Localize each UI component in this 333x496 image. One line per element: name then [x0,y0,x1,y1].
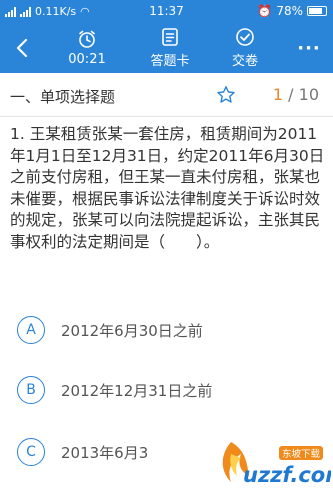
uzzf-watermark-logo: 东坡下载 uzzf.com [222,442,331,487]
timer-button[interactable]: 00:21 [60,23,114,73]
top-toolbar: 00:21 答题卡 交卷 ··· [0,23,333,73]
option-b-text: 2012年12月31日之前 [61,381,213,400]
total-questions: / 10 [288,85,319,104]
battery-icon [307,6,327,16]
status-bar: 0.11K/s ◠ 11:37 ⏰ 78% [0,0,333,23]
back-arrow-icon [16,38,28,58]
answer-card-button[interactable]: 答题卡 [135,23,205,73]
option-c[interactable]: C 2013年6月3 [17,437,148,467]
question-text: 1. 王某租赁张某一套住房，租赁期间为2011年1月1日至12月31日，约定20… [10,125,325,251]
option-a-text: 2012年6月30日之前 [61,321,203,340]
option-a-letter: A [17,316,45,344]
battery-percent: 78% [276,4,303,18]
alarm-clock-icon [79,30,95,48]
timer-label: 00:21 [68,52,106,67]
answer-sheet-icon [162,28,178,46]
section-title: 一、单项选择题 [10,88,116,106]
option-a[interactable]: A 2012年6月30日之前 [17,315,203,345]
option-b-letter: B [17,376,45,404]
current-question-number: 1 [272,85,284,104]
back-button[interactable] [0,23,44,73]
watermark-badge-text: 东坡下载 [282,448,321,460]
status-right: ⏰ 78% [257,4,327,18]
section-header: 一、单项选择题 1 / 10 [0,73,333,117]
favorite-star-icon[interactable] [216,85,236,105]
watermark-brand-text: uzzf.com [243,463,331,487]
more-dots-icon: ··· [297,37,321,59]
answer-card-label: 答题卡 [150,54,190,69]
more-menu-button[interactable]: ··· [285,23,333,73]
submit-label: 交卷 [231,54,258,69]
option-c-text: 2013年6月3 [61,443,149,462]
alarm-icon: ⏰ [257,4,273,18]
option-b[interactable]: B 2012年12月31日之前 [17,375,212,405]
submit-button[interactable]: 交卷 [215,23,275,73]
check-circle-icon [236,28,254,46]
option-c-letter: C [17,438,45,466]
question-pager: 1 / 10 [273,85,319,104]
